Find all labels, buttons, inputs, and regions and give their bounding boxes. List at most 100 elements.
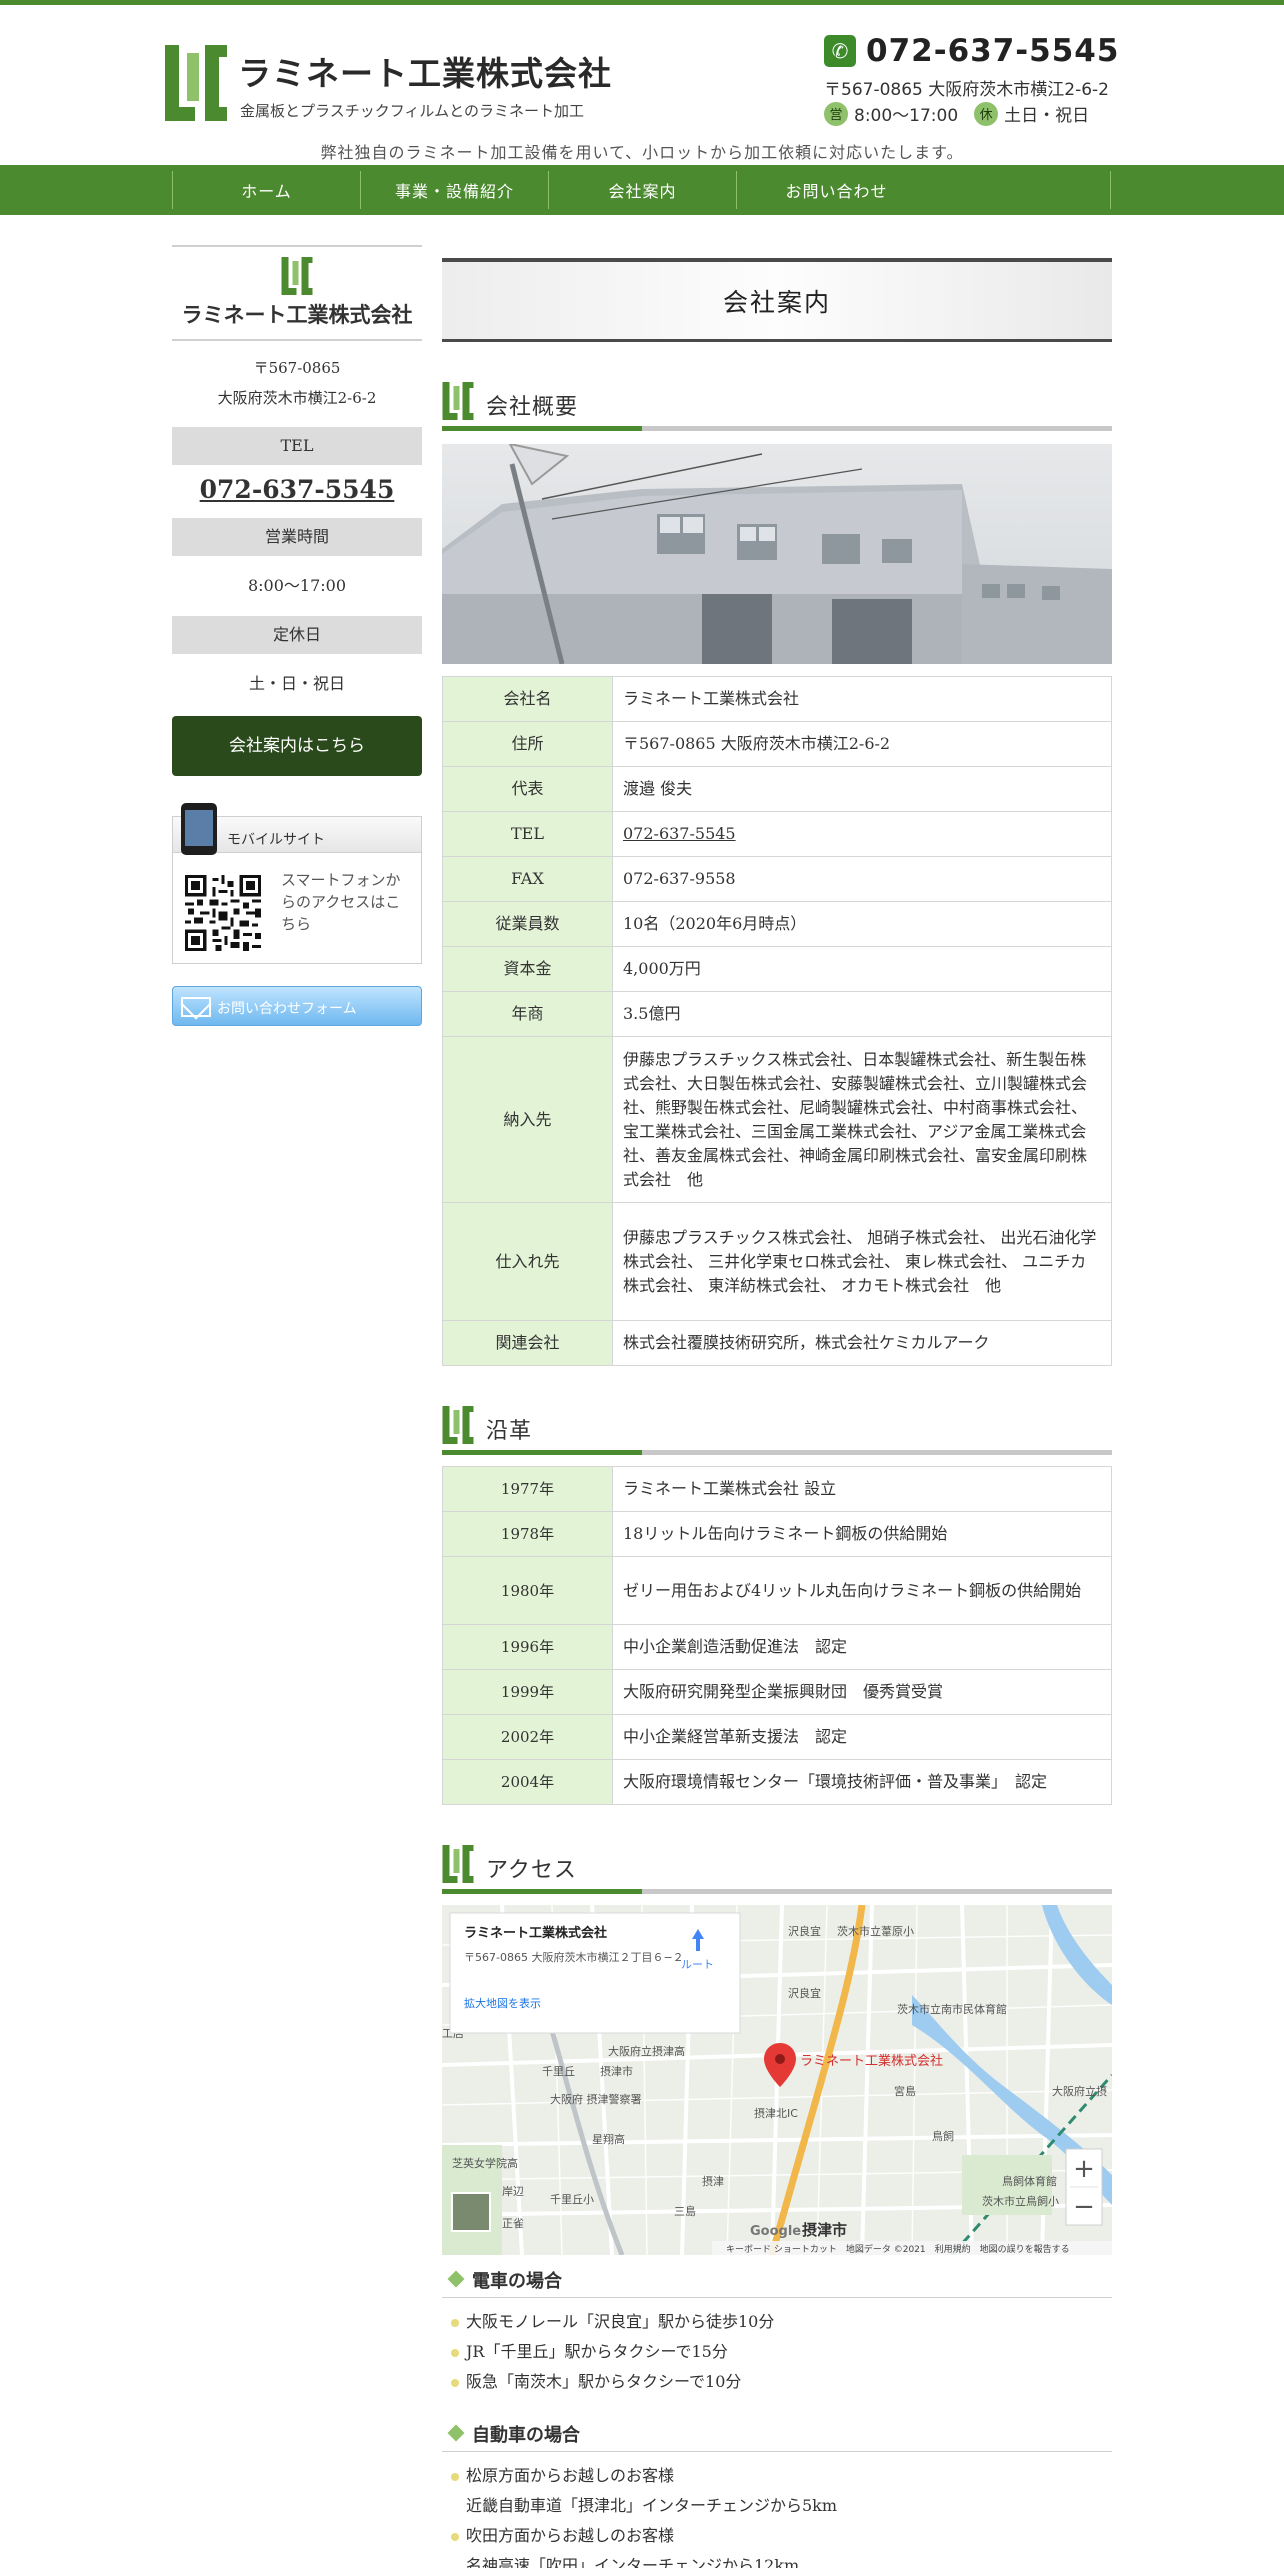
history-year: 1980年	[442, 1556, 613, 1625]
table-row: 従業員数 10名（2020年6月時点）	[442, 901, 1112, 947]
history-event: 中小企業経営革新支援法 認定	[612, 1714, 1112, 1760]
google-map[interactable]: 沢良宜 茨木市立葦原小 沢良宜 茨木市立南市民体育館 大阪府立摂津高 摂津市 大…	[442, 1905, 1112, 2255]
sidebar-holiday-label: 定休日	[172, 616, 422, 654]
list-item-text: 阪急「南茨木」駅からタクシーで10分	[466, 2372, 742, 2391]
list-item: 松原方面からお越しのお客様	[442, 2461, 1112, 2491]
global-nav: ホーム 事業・設備紹介 会社案内 お問い合わせ	[0, 165, 1284, 215]
diamond-icon	[447, 2424, 465, 2442]
contact-form-label: お問い合わせフォーム	[217, 1001, 357, 1017]
diamond-icon	[447, 2270, 465, 2288]
sidebar-divider	[172, 245, 422, 247]
table-value: 10名（2020年6月時点）	[612, 901, 1112, 947]
map-label: 芝英女学院高	[452, 2156, 518, 2170]
map-label: 鳥飼	[932, 2129, 954, 2143]
train-title: 電車の場合	[472, 2271, 562, 2292]
mobile-site-box[interactable]: モバイルサイト スマートフォンからのアクセスはこちら	[172, 803, 422, 964]
map-label: 千里丘小	[550, 2193, 594, 2206]
sidebar-logo	[172, 257, 422, 295]
section-logo-icon	[442, 382, 474, 420]
table-row: FAX 072-637-9558	[442, 856, 1112, 902]
sidebar-holiday: 土・日・祝日	[248, 674, 345, 693]
table-value: 072-637-9558	[612, 856, 1112, 902]
header-address: 〒567-0865 大阪府茨木市横江2-6-2	[824, 80, 1109, 100]
sidebar-address-line: 大阪府茨木市横江2-6-2	[217, 389, 377, 407]
mobile-site-text: スマートフォンからのアクセスはこちら	[281, 871, 401, 933]
table-value: 株式会社覆膜技術研究所，株式会社ケミカルアーク	[612, 1320, 1112, 1366]
google-logo: Google	[750, 2224, 801, 2239]
nav-home[interactable]: ホーム	[172, 171, 360, 209]
list-item: 大阪モノレール「沢良宜」駅から徒歩10分	[442, 2307, 1112, 2337]
car-title: 自動車の場合	[472, 2425, 580, 2446]
holiday-badge-icon: 休	[974, 101, 999, 126]
table-value: 3.5億円	[612, 991, 1112, 1037]
history-event: 中小企業創造活動促進法 認定	[612, 1624, 1112, 1670]
map-label: 大阪府 摂津警察署	[550, 2092, 642, 2106]
bullet-icon	[451, 2319, 459, 2327]
phone-icon: ✆	[824, 35, 856, 67]
table-row: 資本金 4,000万円	[442, 946, 1112, 992]
header-phone-number[interactable]: 072-637-5545	[866, 33, 1119, 69]
building-photo	[442, 444, 1112, 664]
map-route-link[interactable]: ルート	[681, 1958, 714, 1971]
zoom-in-button[interactable]: +	[1073, 2154, 1095, 2184]
company-info-button[interactable]: 会社案内はこちら	[172, 716, 422, 776]
car-list: 松原方面からお越しのお客様 近畿自動車道「摂津北」インターチェンジから5km 吹…	[442, 2461, 1112, 2568]
tel-link[interactable]: 072-637-5545	[623, 824, 736, 843]
map-label: 大阪府立摂津高	[608, 2044, 685, 2058]
train-list: 大阪モノレール「沢良宜」駅から徒歩10分 JR「千里丘」駅からタクシーで15分 …	[442, 2307, 1112, 2397]
map-label: 茨木市立南市民体育館	[897, 2002, 1007, 2016]
list-item: 阪急「南茨木」駅からタクシーで10分	[442, 2367, 1112, 2397]
map-label: 沢良宜	[788, 1924, 821, 1938]
table-label: 代表	[442, 766, 613, 812]
section-logo-icon	[442, 1845, 474, 1883]
nav-business[interactable]: 事業・設備紹介	[360, 171, 548, 209]
map-footer[interactable]: キーボード ショートカット 地図データ ©2021 利用規約 地図の誤りを報告す…	[726, 2243, 1070, 2255]
history-year: 1977年	[442, 1466, 613, 1512]
table-row: 納入先 伊藤忠プラスチックス株式会社、日本製罐株式会社、新生製缶株式会社、大日製…	[442, 1036, 1112, 1203]
smartphone-icon	[181, 803, 217, 855]
zoom-out-button[interactable]: −	[1073, 2192, 1095, 2222]
bullet-icon	[451, 2349, 459, 2357]
qr-code-icon[interactable]	[185, 875, 261, 951]
table-label: 仕入れ先	[442, 1202, 613, 1321]
map-label: 摂津	[702, 2174, 724, 2188]
header-holiday-text: 土日・祝日	[1004, 106, 1090, 126]
header-phone[interactable]: ✆ 072-637-5545	[824, 33, 1119, 69]
company-logo-icon[interactable]	[165, 45, 227, 121]
map-label: 大阪府立摂	[1052, 2084, 1107, 2098]
section-heading-access: アクセス	[442, 1841, 1112, 1894]
map-enlarge-link[interactable]: 拡大地図を表示	[464, 1996, 541, 2010]
table-row: 2004年 大阪府環境情報センター「環境技術評価・普及事業」 認定	[442, 1759, 1112, 1805]
map-label: 鳥飼体育館	[1002, 2174, 1057, 2188]
list-item-detail: 近畿自動車道「摂津北」インターチェンジから5km	[466, 2496, 838, 2515]
table-value: 072-637-5545	[612, 811, 1112, 857]
nav-company[interactable]: 会社案内	[548, 171, 736, 209]
bullet-icon	[451, 2379, 459, 2387]
sidebar-phone-link[interactable]: 072-637-5545	[172, 475, 422, 504]
satellite-toggle-icon[interactable]	[451, 2192, 491, 2232]
history-event: 大阪府環境情報センター「環境技術評価・普及事業」 認定	[612, 1759, 1112, 1805]
table-label: 資本金	[442, 946, 613, 992]
company-title[interactable]: ラミネート工業株式会社	[238, 47, 612, 95]
history-year: 1999年	[442, 1669, 613, 1715]
sidebar-divider	[172, 339, 422, 341]
nav-contact[interactable]: お問い合わせ	[736, 171, 936, 209]
table-row: 1996年 中小企業創造活動促進法 認定	[442, 1624, 1112, 1670]
history-event: ラミネート工業株式会社 設立	[612, 1466, 1112, 1512]
table-label: 会社名	[442, 676, 613, 722]
company-overview-table: 会社名 ラミネート工業株式会社 住所 〒567-0865 大阪府茨木市横江2-6…	[442, 676, 1112, 1366]
table-value: 4,000万円	[612, 946, 1112, 992]
contact-form-button[interactable]: お問い合わせフォーム	[172, 986, 422, 1026]
list-item: JR「千里丘」駅からタクシーで15分	[442, 2337, 1112, 2367]
section-heading-history: 沿革	[442, 1402, 1112, 1455]
sidebar-postal: 〒567-0865	[253, 359, 341, 377]
map-card-title: ラミネート工業株式会社	[464, 1925, 607, 1941]
bullet-icon	[451, 2473, 459, 2481]
list-item-text: 吹田方面からお越しのお客様	[466, 2526, 675, 2545]
map-label: 摂津市	[802, 2221, 847, 2239]
table-label: FAX	[442, 856, 613, 902]
map-canvas[interactable]: 沢良宜 茨木市立葦原小 沢良宜 茨木市立南市民体育館 大阪府立摂津高 摂津市 大…	[442, 1905, 1112, 2255]
main-content: 会社案内 会社概要 会社名 ラミネート工業株式会社 住所 〒567-0865 大…	[442, 258, 1112, 2568]
history-year: 2004年	[442, 1759, 613, 1805]
table-row: 1999年 大阪府研究開発型企業振興財団 優秀賞受賞	[442, 1669, 1112, 1715]
